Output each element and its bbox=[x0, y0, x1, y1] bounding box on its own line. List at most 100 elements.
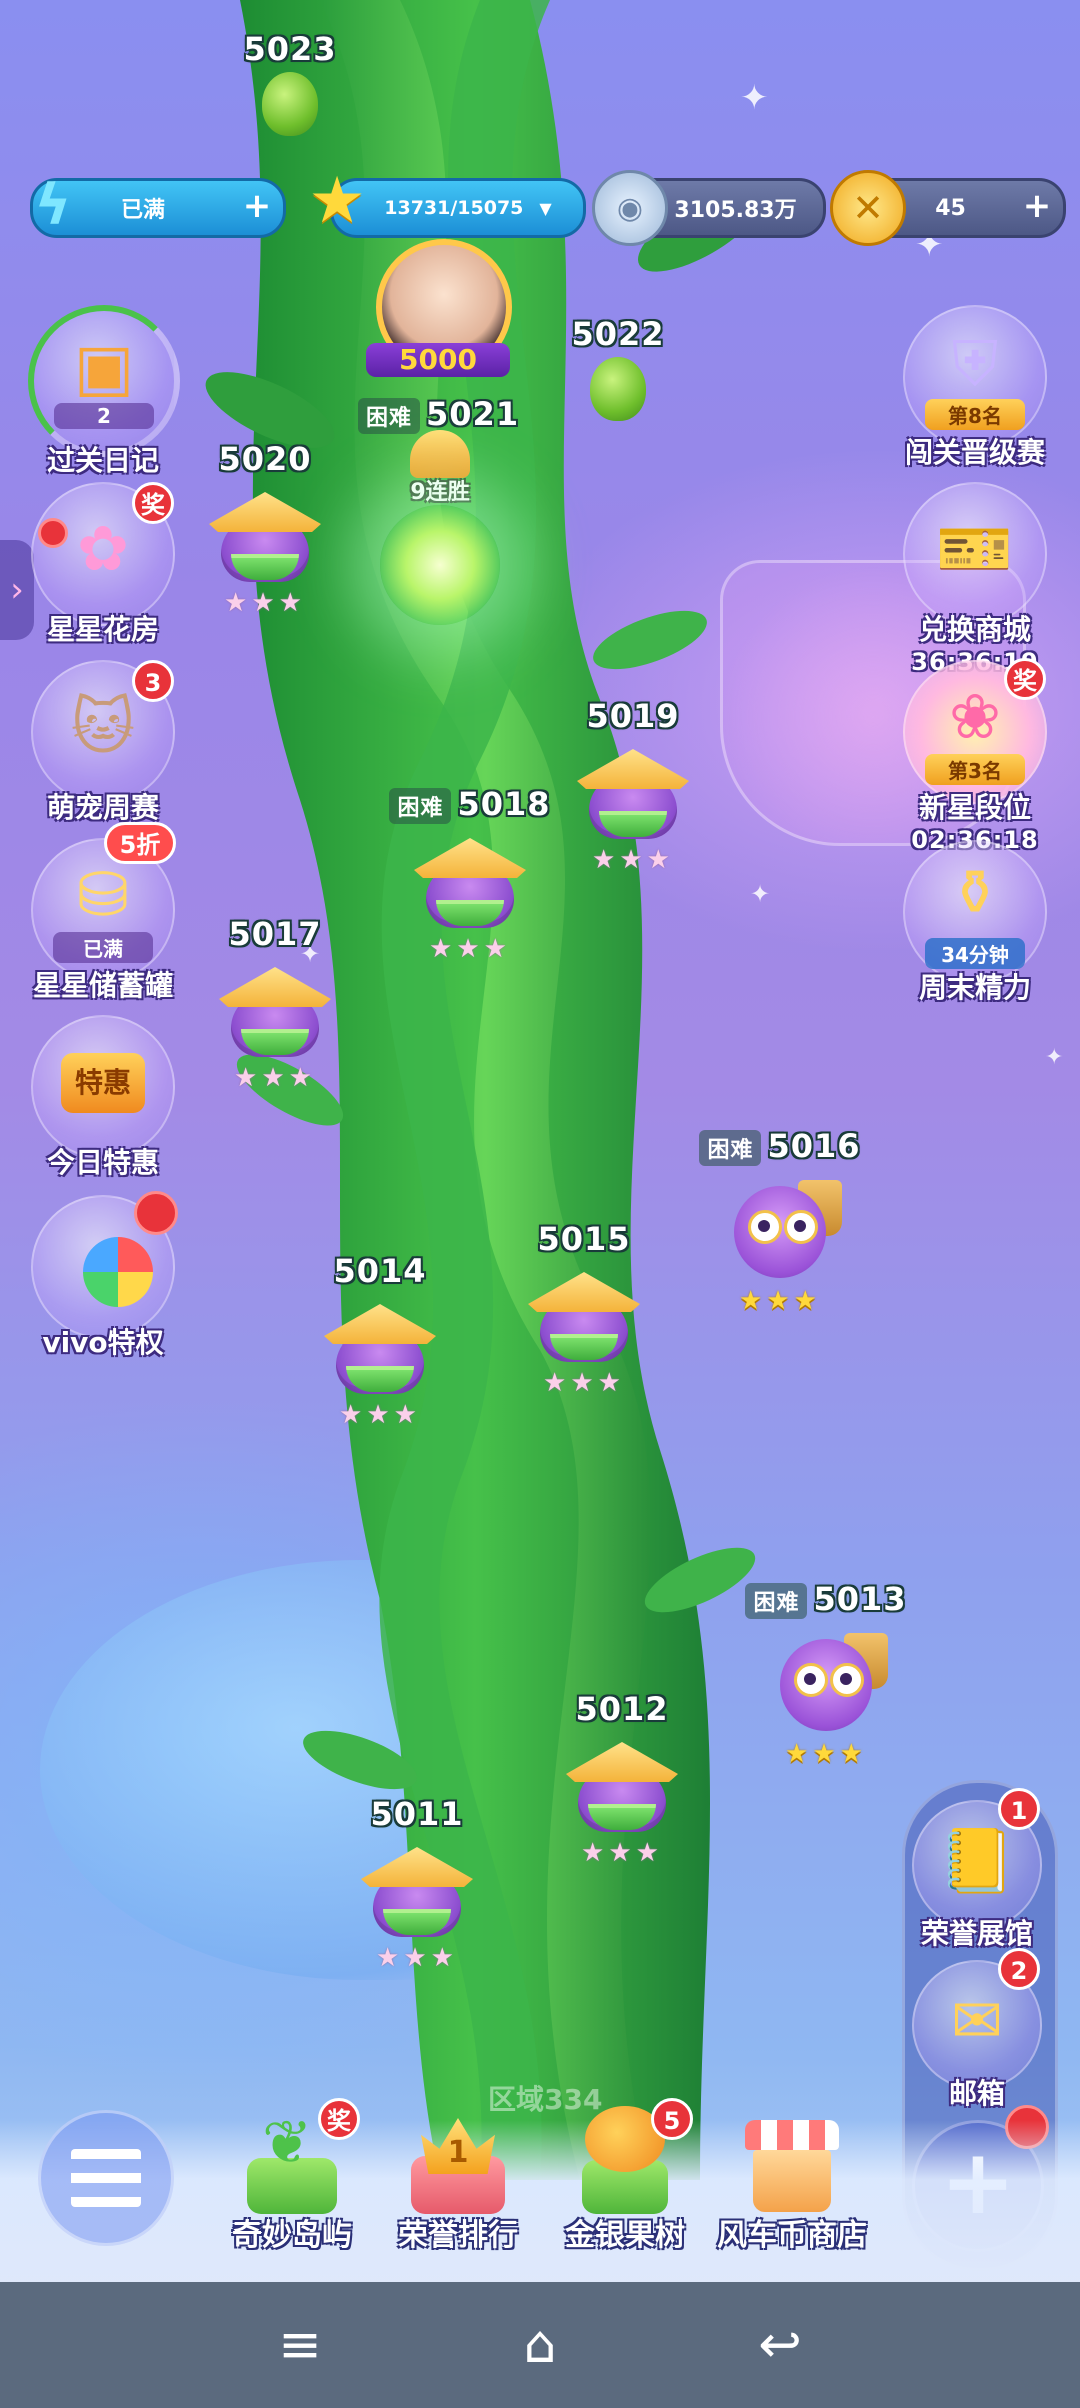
honor-hall-button[interactable]: 📒 荣誉展馆 1 bbox=[902, 1788, 1052, 1952]
gold-silver-tree-button[interactable]: 金银果树 5 bbox=[545, 2098, 705, 2254]
level-node[interactable]: 5011 ★★★ bbox=[347, 1795, 487, 1973]
level-number: 5012 bbox=[575, 1690, 669, 1728]
discount-badge: 5折 bbox=[104, 822, 176, 864]
reward-badge: 奖 bbox=[1004, 658, 1046, 700]
owl-awake-icon bbox=[770, 1625, 888, 1735]
star-progress-value: 13731/15075 bbox=[384, 197, 524, 219]
pet-weekly-match-button[interactable]: 🐱 萌宠周赛 3 bbox=[28, 660, 178, 826]
level-number: 5015 bbox=[537, 1220, 631, 1258]
honor-ranking-button[interactable]: 1 荣誉排行 bbox=[378, 2100, 538, 2254]
vivo-privilege-button[interactable]: vivo特权 bbox=[28, 1191, 178, 1361]
chevron-down-icon: ▼ bbox=[539, 198, 552, 218]
streak-label: 9连胜 bbox=[410, 480, 470, 505]
lightning-icon: ϟ bbox=[34, 172, 72, 238]
shield-trophy-icon: ⛨ 第8名 bbox=[903, 305, 1047, 449]
level-node[interactable]: 困难 5018 ★★★ bbox=[370, 785, 570, 964]
wonder-island-button[interactable]: ❦ 奇妙岛屿 奖 bbox=[212, 2098, 372, 2254]
hard-tag: 困难 bbox=[745, 1583, 808, 1619]
owl-awake-icon bbox=[724, 1172, 842, 1282]
level-node[interactable]: 困难 5013 ★★★ bbox=[726, 1580, 926, 1769]
level-number: 困难 5018 bbox=[370, 785, 570, 824]
energy-value: 已满 bbox=[120, 198, 165, 223]
helmet-icon bbox=[410, 430, 470, 478]
level-node[interactable]: 5020 ★★★ bbox=[195, 440, 335, 618]
current-level-node[interactable] bbox=[380, 505, 500, 625]
owl-sleeping-icon bbox=[324, 1296, 436, 1396]
streak-badge: 9连胜 bbox=[400, 430, 480, 506]
shop-stall-icon: 特惠 bbox=[31, 1015, 175, 1159]
owl-sleeping-icon bbox=[528, 1264, 640, 1364]
gold-coin-icon: ✕ bbox=[830, 170, 906, 246]
hard-tag: 困难 bbox=[699, 1130, 762, 1166]
home-icon[interactable]: ⌂ bbox=[500, 2312, 580, 2378]
level-diary-icon: ▣ 2 bbox=[28, 305, 180, 457]
potion-bottle-icon: ⚱ 34分钟 bbox=[903, 840, 1047, 984]
level-5021-label: 困难 5021 bbox=[358, 395, 519, 434]
notification-dot bbox=[38, 518, 68, 548]
star-piggy-bank-button[interactable]: ⛁ 已满 星星储蓄罐 5折 bbox=[28, 822, 178, 1004]
shop-stall-icon bbox=[727, 2100, 857, 2220]
level-stars: ★★★ bbox=[581, 1838, 663, 1868]
level-number: 5011 bbox=[370, 1795, 464, 1833]
notification-dot bbox=[134, 1191, 178, 1235]
list-menu-button[interactable] bbox=[38, 2110, 174, 2246]
star-flower-house-button[interactable]: ✿ 星星花房 奖 bbox=[28, 482, 178, 648]
sparkle-icon: ✦ bbox=[1045, 1045, 1064, 1070]
level-number: 5017 bbox=[228, 915, 322, 953]
level-node[interactable]: 5012 ★★★ bbox=[552, 1690, 692, 1868]
level-number: 5014 bbox=[333, 1252, 427, 1290]
level-number: 5022 bbox=[571, 315, 665, 353]
menu-icon[interactable]: ≡ bbox=[260, 2312, 340, 2378]
level-node[interactable]: 困难 5016 ★★★ bbox=[680, 1127, 880, 1316]
level-node[interactable]: 5015 ★★★ bbox=[514, 1220, 654, 1398]
gold-coin-value: 45 bbox=[935, 195, 966, 221]
windmill-coin-shop-button[interactable]: 风车币商店 bbox=[712, 2100, 872, 2254]
list-icon bbox=[71, 2149, 141, 2207]
level-stars: ★★★ bbox=[224, 588, 306, 618]
mailbox-button[interactable]: ✉ 邮箱 2 bbox=[902, 1948, 1052, 2112]
level-node[interactable]: 5023 bbox=[220, 30, 360, 136]
level-number: 困难 5013 bbox=[726, 1580, 926, 1619]
hard-tag: 困难 bbox=[389, 788, 452, 824]
level-number: 5020 bbox=[218, 440, 312, 478]
level-number: 困难 5016 bbox=[680, 1127, 880, 1166]
player-avatar-frame[interactable]: 5000 bbox=[358, 225, 518, 385]
gold-plus-button[interactable]: + bbox=[1019, 189, 1055, 225]
level-stars: ★★★ bbox=[785, 1739, 867, 1769]
level-stars: ★★★ bbox=[543, 1368, 625, 1398]
level-node[interactable]: 5017 ★★★ bbox=[205, 915, 345, 1093]
daily-deal-button[interactable]: 特惠 今日特惠 bbox=[28, 1015, 178, 1181]
level-promotion-match-button[interactable]: ⛨ 第8名 闯关晋级赛 bbox=[900, 305, 1050, 471]
level-number: 5019 bbox=[586, 697, 680, 735]
level-stars: ★★★ bbox=[429, 934, 511, 964]
silver-coin-value: 3105.83万 bbox=[674, 198, 797, 223]
level-stars: ★★★ bbox=[739, 1286, 821, 1316]
exchange-store-button[interactable]: 🎫 兑换商城 36:36:19 bbox=[900, 482, 1050, 676]
level-diary-button[interactable]: ▣ 2 过关日记 bbox=[28, 305, 180, 479]
weekend-energy-button[interactable]: ⚱ 34分钟 周末精力 bbox=[900, 840, 1050, 1006]
seed-pod-icon bbox=[262, 72, 318, 136]
owl-sleeping-icon bbox=[209, 484, 321, 584]
level-node[interactable]: 5014 ★★★ bbox=[310, 1252, 450, 1430]
rising-star-rank-button[interactable]: ❀ 第3名 新星段位 02:36:18 奖 bbox=[900, 658, 1050, 854]
count-badge: 3 bbox=[132, 660, 174, 702]
hard-tag: 困难 bbox=[358, 398, 421, 434]
level-node[interactable]: 5022 bbox=[548, 315, 688, 421]
owl-sleeping-icon bbox=[219, 959, 331, 1059]
reward-badge: 奖 bbox=[318, 2098, 360, 2140]
level-node[interactable]: 5019 ★★★ bbox=[563, 697, 703, 875]
level-stars: ★★★ bbox=[592, 845, 674, 875]
count-badge: 2 bbox=[998, 1948, 1040, 1990]
back-icon[interactable]: ↩ bbox=[740, 2312, 820, 2378]
ticket-icon: 🎫 bbox=[903, 482, 1047, 626]
level-number: 5023 bbox=[243, 30, 337, 68]
owl-sleeping-icon bbox=[361, 1839, 473, 1939]
silver-coin-icon: ◉ bbox=[592, 170, 668, 246]
deal-tag: 特惠 bbox=[61, 1053, 145, 1113]
milestone-banner: 5000 bbox=[366, 343, 510, 377]
seed-pod-icon bbox=[590, 357, 646, 421]
owl-sleeping-icon bbox=[566, 1734, 678, 1834]
system-navigation-bar: ≡ ⌂ ↩ bbox=[0, 2282, 1080, 2408]
energy-plus-button[interactable]: + bbox=[239, 189, 275, 225]
count-badge: 5 bbox=[651, 2098, 693, 2140]
